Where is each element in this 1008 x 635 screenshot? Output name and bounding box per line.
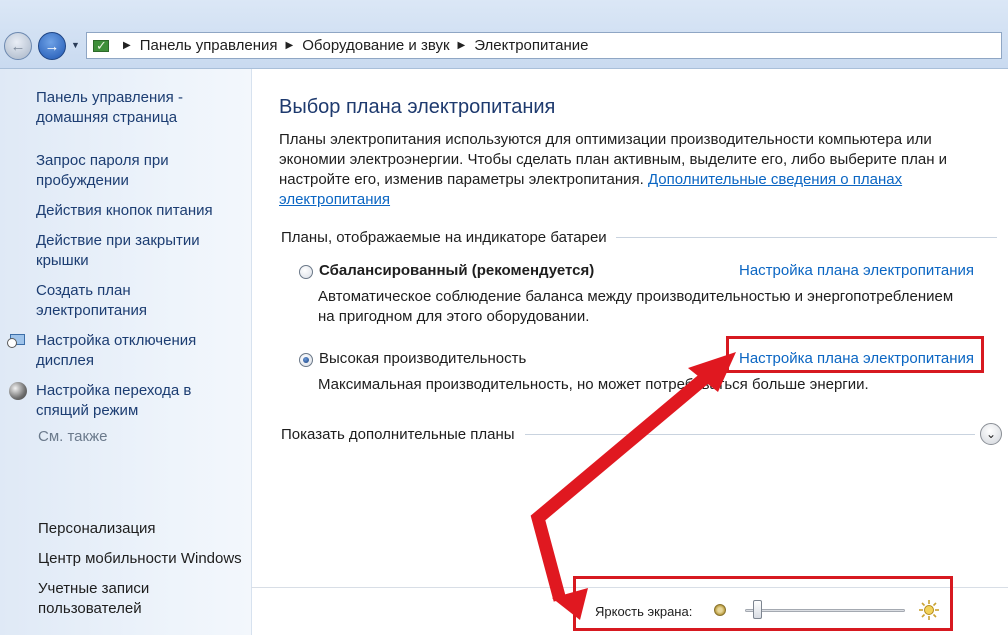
see-also-label: См. также	[38, 428, 108, 445]
section-divider	[616, 237, 997, 238]
arrow-left-icon: ←	[10, 37, 26, 55]
arrow-right-icon: →	[44, 37, 60, 55]
back-button[interactable]: ←	[4, 32, 32, 60]
breadcrumb-separator-icon[interactable]: ▶	[458, 40, 466, 51]
plan-balanced-radio[interactable]	[299, 265, 313, 279]
sidebar-link-lid-close[interactable]: Действие при закрытии крышки	[36, 231, 216, 271]
plan-high-performance-name[interactable]: Высокая производительность	[319, 350, 526, 367]
breadcrumb-item-control-panel[interactable]: Панель управления	[140, 37, 278, 54]
chevron-down-icon: ⌄	[985, 427, 997, 441]
forward-button[interactable]: →	[38, 32, 66, 60]
arrow-shaft	[530, 367, 717, 602]
expand-more-plans-button[interactable]: ⌄	[980, 423, 1002, 445]
breadcrumb-item-hardware-sound[interactable]: Оборудование и звук	[302, 37, 449, 54]
display-timeout-icon	[7, 332, 27, 350]
breadcrumb-item-power-options[interactable]: Электропитание	[474, 37, 588, 54]
control-panel-icon: ✓	[91, 37, 113, 55]
sidebar-link-sleep[interactable]: Настройка перехода в спящий режим	[36, 381, 206, 421]
see-also-user-accounts[interactable]: Учетные записи пользователей	[38, 579, 168, 619]
plan-high-performance-description: Максимальная производительность, но може…	[318, 376, 869, 393]
sidebar-link-display-off[interactable]: Настройка отключения дисплея	[36, 331, 216, 371]
show-more-plans-label[interactable]: Показать дополнительные планы	[281, 426, 515, 443]
address-bar[interactable]: ✓ ▶ Панель управления ▶ Оборудование и з…	[86, 32, 1002, 59]
plan-high-performance-radio[interactable]	[299, 353, 313, 367]
address-toolbar: ← → ▼ ✓ ▶ Панель управления ▶ Оборудован…	[0, 0, 1008, 69]
more-plans-divider	[525, 434, 975, 435]
breadcrumb-separator-icon[interactable]: ▶	[286, 40, 294, 51]
see-also-personalization[interactable]: Персонализация	[38, 519, 156, 539]
breadcrumb-separator-icon: ▶	[123, 40, 131, 51]
plan-balanced-name[interactable]: Сбалансированный (рекомендуется)	[319, 262, 594, 279]
see-also-mobility-center[interactable]: Центр мобильности Windows	[38, 549, 242, 569]
sidebar-link-control-panel-home[interactable]: Панель управления - домашняя страница	[36, 88, 206, 128]
highlight-box-brightness	[573, 576, 953, 631]
history-dropdown-icon[interactable]: ▼	[71, 40, 80, 50]
plan-balanced-settings-link[interactable]: Настройка плана электропитания	[739, 262, 974, 279]
intro-text: Планы электропитания используются для оп…	[279, 130, 979, 210]
section-title-battery-plans: Планы, отображаемые на индикаторе батаре…	[281, 229, 607, 246]
page-title: Выбор плана электропитания	[279, 96, 556, 118]
sidebar-link-wake-password[interactable]: Запрос пароля при пробуждении	[36, 151, 186, 191]
plan-balanced-description: Автоматическое соблюдение баланса между …	[318, 288, 954, 325]
sidebar-link-create-plan[interactable]: Создать план электропитания	[36, 281, 166, 321]
sidebar-link-power-buttons[interactable]: Действия кнопок питания	[36, 201, 236, 221]
highlight-box-plan-settings	[726, 336, 984, 373]
sleep-moon-icon	[9, 382, 27, 400]
